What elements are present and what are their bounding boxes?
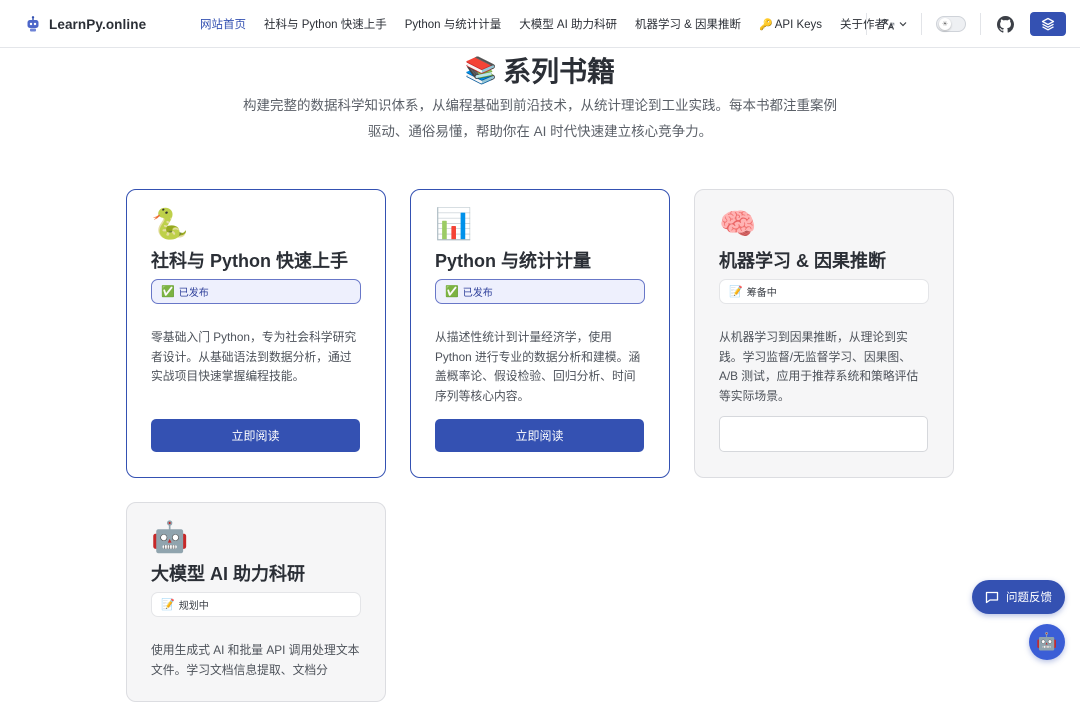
nav-divider bbox=[921, 13, 922, 35]
key-icon: 🔑 bbox=[759, 18, 773, 31]
github-icon[interactable] bbox=[997, 15, 1014, 33]
assistant-button[interactable]: 🤖 bbox=[1029, 624, 1065, 660]
robot-logo-icon bbox=[26, 16, 40, 32]
snake-icon: 🐍 bbox=[151, 208, 189, 241]
check-icon: ✅ bbox=[445, 286, 459, 298]
section-heading: 📚 系列书籍 bbox=[0, 50, 1080, 90]
status-badge-label: 筹备中 bbox=[746, 288, 777, 299]
layers-icon bbox=[1041, 17, 1055, 31]
nav-link-home[interactable]: 网站首页 bbox=[200, 16, 246, 32]
book-title: 大模型 AI 助力科研 bbox=[151, 564, 306, 584]
nav-link-llm-research[interactable]: 大模型 AI 助力科研 bbox=[519, 16, 617, 32]
feedback-button[interactable]: 问题反馈 bbox=[972, 580, 1065, 614]
status-badge: ✅ 已发布 bbox=[435, 279, 645, 304]
book-card: 🤖 大模型 AI 助力科研 📝 规划中 使用生成式 AI 和批量 API 调用处… bbox=[126, 502, 386, 702]
nav-link-api-keys-label: API Keys bbox=[774, 18, 823, 31]
layers-button[interactable] bbox=[1030, 12, 1066, 36]
status-badge-label: 规划中 bbox=[178, 601, 209, 612]
book-title: 机器学习 & 因果推断 bbox=[719, 251, 887, 271]
chevron-down-icon bbox=[899, 20, 907, 28]
chat-icon bbox=[985, 591, 999, 604]
book-description: 从描述性统计到计量经济学，使用 Python 进行专业的数据分析和建模。涵盖概率… bbox=[435, 330, 641, 403]
status-badge: ✅ 已发布 bbox=[151, 279, 361, 304]
books-icon: 📚 bbox=[464, 54, 498, 85]
book-description: 从机器学习到因果推断，从理论到实践。学习监督/无监督学习、因果图、A/B 测试，… bbox=[719, 330, 919, 403]
book-card: 📊 Python 与统计计量 ✅ 已发布 从描述性统计到计量经济学，使用 Pyt… bbox=[410, 189, 670, 478]
nav-link-ml-causal[interactable]: 机器学习 & 因果推断 bbox=[635, 16, 741, 32]
status-badge: 📝 规划中 bbox=[151, 592, 361, 617]
status-badge-label: 已发布 bbox=[178, 288, 209, 299]
brand-name: LearnPy.online bbox=[49, 16, 147, 32]
robot-icon: 🤖 bbox=[151, 521, 189, 554]
memo-icon: 📝 bbox=[729, 286, 743, 298]
feedback-label: 问题反馈 bbox=[1006, 592, 1052, 604]
book-card: 🐍 社科与 Python 快速上手 ✅ 已发布 零基础入门 Python，专为社… bbox=[126, 189, 386, 478]
brain-icon: 🧠 bbox=[719, 208, 757, 241]
nav-link-python-quickstart[interactable]: 社科与 Python 快速上手 bbox=[264, 16, 387, 32]
brand-home-link[interactable]: LearnPy.online bbox=[26, 0, 146, 48]
page-subtitle: 构建完整的数据科学知识体系，从编程基础到前沿技术，从统计理论到工业实践。每本书都… bbox=[243, 98, 837, 139]
nav-link-api-keys[interactable]: 🔑 API Keys bbox=[759, 18, 822, 31]
bar-chart-icon: 📊 bbox=[435, 208, 473, 241]
check-icon: ✅ bbox=[161, 286, 175, 298]
read-now-button[interactable]: 立即阅读 bbox=[435, 419, 644, 452]
book-card: 🧠 机器学习 & 因果推断 📝 筹备中 从机器学习到因果推断，从理论到实践。学习… bbox=[694, 189, 954, 478]
read-now-button[interactable]: 立即阅读 bbox=[151, 419, 360, 452]
robot-assistant-icon: 🤖 bbox=[1036, 632, 1058, 651]
memo-icon: 📝 bbox=[161, 599, 175, 611]
coming-soon-button[interactable] bbox=[719, 416, 928, 452]
page-title-text: 系列书籍 bbox=[503, 56, 616, 87]
book-title: 社科与 Python 快速上手 bbox=[151, 251, 348, 271]
sun-icon: ☀ bbox=[939, 18, 951, 30]
nav-divider bbox=[866, 13, 867, 35]
book-description: 零基础入门 Python，专为社会科学研究者设计。从基础语法到数据分析，通过实战… bbox=[151, 330, 357, 383]
theme-toggle[interactable]: ☀ bbox=[936, 16, 966, 32]
status-badge: 📝 筹备中 bbox=[719, 279, 929, 304]
nav-divider bbox=[980, 13, 981, 35]
book-description: 使用生成式 AI 和批量 API 调用处理文本文件。学习文档信息提取、文档分 bbox=[151, 643, 360, 677]
book-title: Python 与统计计量 bbox=[435, 251, 591, 271]
nav-right-tools: ☀ bbox=[852, 0, 1066, 48]
page-title: 📚 系列书籍 bbox=[465, 50, 615, 90]
language-switcher[interactable] bbox=[881, 17, 907, 31]
nav-link-python-statistics[interactable]: Python 与统计计量 bbox=[405, 16, 502, 32]
translate-icon bbox=[881, 17, 895, 31]
top-navbar: LearnPy.online 网站首页 社科与 Python 快速上手 Pyth… bbox=[0, 0, 1080, 48]
nav-links: 网站首页 社科与 Python 快速上手 Python 与统计计量 大模型 AI… bbox=[200, 0, 914, 48]
status-badge-label: 已发布 bbox=[462, 288, 493, 299]
